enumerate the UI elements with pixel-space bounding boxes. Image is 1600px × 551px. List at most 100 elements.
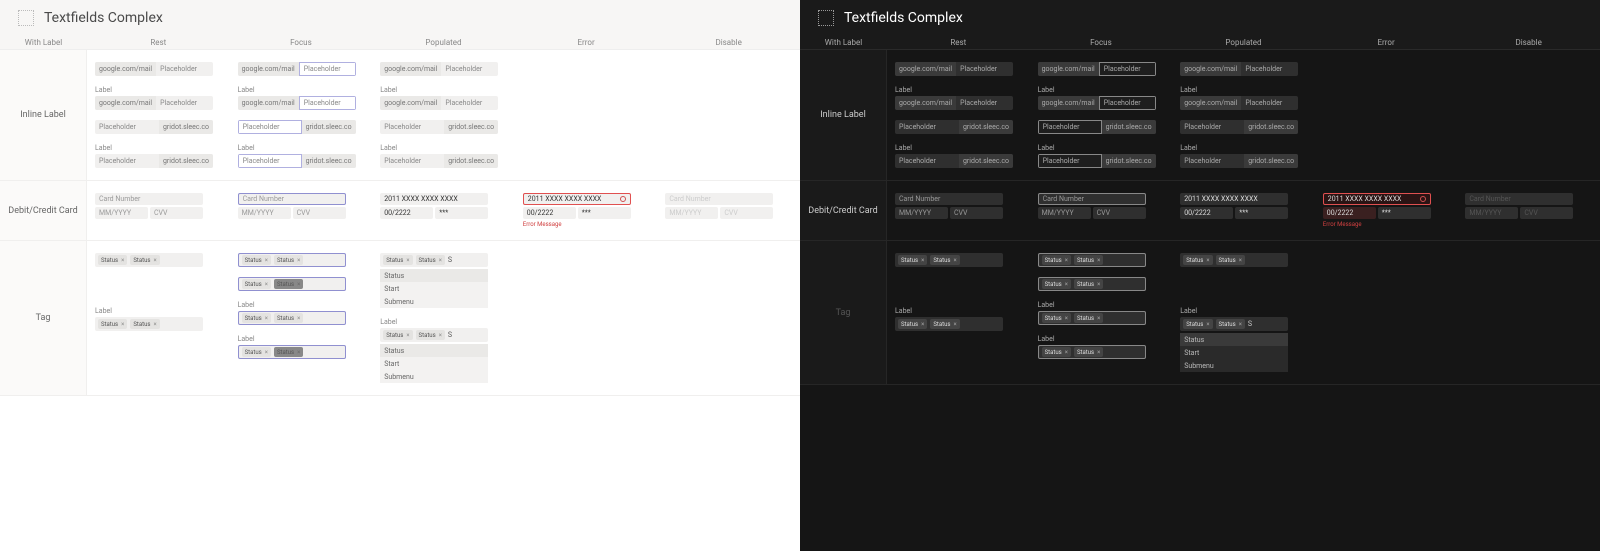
close-icon[interactable]: × bbox=[1065, 349, 1068, 356]
tag-chip[interactable]: Status× bbox=[242, 347, 271, 357]
card-expiry-input[interactable]: MM/YYYY bbox=[1038, 207, 1091, 219]
tag-field[interactable]: Status×Status× bbox=[1038, 253, 1146, 267]
suffix-field[interactable]: Placeholdergridot.sleec.co bbox=[380, 154, 498, 168]
text-input[interactable]: Placeholder bbox=[1038, 154, 1102, 168]
card-number-input[interactable]: Card Number bbox=[95, 193, 203, 205]
card-field[interactable]: Card Number MM/YYYYCVV bbox=[95, 193, 203, 219]
card-cvv-input[interactable]: CVV bbox=[150, 207, 203, 219]
text-input[interactable]: Placeholder bbox=[895, 154, 959, 168]
close-icon[interactable]: × bbox=[1065, 281, 1068, 288]
tag-chip[interactable]: Status× bbox=[274, 255, 303, 265]
card-cvv-input[interactable]: CVV bbox=[293, 207, 346, 219]
card-cvv-input[interactable]: *** bbox=[1378, 207, 1431, 219]
close-icon[interactable]: × bbox=[1065, 257, 1068, 264]
dropdown[interactable]: StatusStartSubmenu bbox=[380, 269, 488, 308]
tag-field[interactable]: Status×Status× bbox=[238, 345, 346, 359]
close-icon[interactable]: × bbox=[439, 332, 442, 339]
text-input[interactable]: Placeholder bbox=[156, 62, 213, 76]
tag-chip-selected[interactable]: Status× bbox=[274, 347, 303, 357]
close-icon[interactable]: × bbox=[297, 349, 300, 356]
tag-chip[interactable]: Status× bbox=[898, 255, 927, 265]
tag-chip[interactable]: Status× bbox=[383, 330, 412, 340]
text-input[interactable]: Placeholder bbox=[1099, 96, 1156, 110]
tag-chip[interactable]: Status× bbox=[1042, 313, 1071, 323]
tag-chip[interactable]: Status× bbox=[242, 255, 271, 265]
card-cvv-input[interactable]: *** bbox=[578, 207, 631, 219]
dropdown[interactable]: StatusStartSubmenu bbox=[380, 344, 488, 383]
close-icon[interactable]: × bbox=[154, 257, 157, 264]
tag-field[interactable]: Status×Status× bbox=[238, 253, 346, 267]
tag-field[interactable]: Status×Status× bbox=[95, 317, 203, 331]
text-input[interactable]: Placeholder bbox=[895, 120, 959, 134]
tag-chip[interactable]: Status× bbox=[1216, 255, 1245, 265]
close-icon[interactable]: × bbox=[265, 281, 268, 288]
card-cvv-input[interactable]: CVV bbox=[1093, 207, 1146, 219]
text-input[interactable]: Placeholder bbox=[1099, 62, 1156, 76]
close-icon[interactable]: × bbox=[297, 281, 300, 288]
text-input[interactable]: Placeholder bbox=[156, 96, 213, 110]
close-icon[interactable]: × bbox=[1097, 349, 1100, 356]
text-input[interactable]: Placeholder bbox=[380, 120, 444, 134]
card-field[interactable]: 2011 XXXX XXXX XXXX00/2222*** bbox=[380, 193, 488, 219]
close-icon[interactable]: × bbox=[1239, 321, 1242, 328]
tag-chip-selected[interactable]: Status× bbox=[274, 279, 303, 289]
card-field[interactable]: 2011 XXXX XXXX XXXX00/2222*** bbox=[1180, 193, 1288, 219]
close-icon[interactable]: × bbox=[1097, 281, 1100, 288]
close-icon[interactable]: × bbox=[297, 257, 300, 264]
close-icon[interactable]: × bbox=[954, 257, 957, 264]
text-input[interactable]: Placeholder bbox=[95, 120, 159, 134]
tag-chip[interactable]: Status× bbox=[898, 319, 927, 329]
prefix-field[interactable]: google.com/mailPlaceholder bbox=[1038, 62, 1156, 76]
tag-chip[interactable]: Status× bbox=[416, 255, 445, 265]
suffix-field[interactable]: Placeholdergridot.sleec.co bbox=[380, 120, 498, 134]
dropdown-item[interactable]: Submenu bbox=[380, 370, 488, 383]
tag-chip[interactable]: Status× bbox=[1074, 255, 1103, 265]
text-input[interactable]: Placeholder bbox=[299, 62, 356, 76]
dropdown-item[interactable]: Status bbox=[1180, 333, 1288, 346]
tag-chip[interactable]: Status× bbox=[1183, 255, 1212, 265]
close-icon[interactable]: × bbox=[1206, 257, 1209, 264]
tag-field[interactable]: Status×Status× bbox=[1038, 345, 1146, 359]
dropdown-item[interactable]: Start bbox=[380, 357, 488, 370]
close-icon[interactable]: × bbox=[921, 321, 924, 328]
card-number-input[interactable]: Card Number bbox=[1038, 193, 1146, 205]
prefix-field[interactable]: google.com/mailPlaceholder bbox=[895, 62, 1013, 76]
close-icon[interactable]: × bbox=[406, 332, 409, 339]
close-icon[interactable]: × bbox=[1097, 257, 1100, 264]
dropdown-item[interactable]: Start bbox=[380, 282, 488, 295]
close-icon[interactable]: × bbox=[1097, 315, 1100, 322]
card-expiry-input[interactable]: MM/YYYY bbox=[238, 207, 291, 219]
prefix-field[interactable]: google.com/mailPlaceholder bbox=[95, 96, 213, 110]
card-expiry-input[interactable]: MM/YYYY bbox=[95, 207, 148, 219]
card-number-input[interactable]: 2011 XXXX XXXX XXXX bbox=[523, 193, 631, 205]
tag-field[interactable]: Status×Status× bbox=[1038, 277, 1146, 291]
close-icon[interactable]: × bbox=[1206, 321, 1209, 328]
tag-chip[interactable]: Status× bbox=[383, 255, 412, 265]
tag-chip[interactable]: Status× bbox=[416, 330, 445, 340]
tag-field[interactable]: Status×Status× bbox=[95, 253, 203, 267]
card-expiry-input[interactable]: 00/2222 bbox=[1180, 207, 1233, 219]
dropdown-item[interactable]: Status bbox=[380, 269, 488, 282]
card-number-input[interactable]: 2011 XXXX XXXX XXXX bbox=[380, 193, 488, 205]
tag-field[interactable]: Status×Status×S bbox=[1180, 317, 1288, 331]
tag-chip[interactable]: Status× bbox=[930, 255, 959, 265]
card-cvv-input[interactable]: *** bbox=[1235, 207, 1288, 219]
prefix-field[interactable]: google.com/mailPlaceholder bbox=[380, 96, 498, 110]
prefix-field[interactable]: google.com/mailPlaceholder bbox=[895, 96, 1013, 110]
tag-chip[interactable]: Status× bbox=[1042, 255, 1071, 265]
text-input[interactable]: Placeholder bbox=[1241, 96, 1298, 110]
dropdown-item[interactable]: Status bbox=[380, 344, 488, 357]
suffix-field[interactable]: Placeholdergridot.sleec.co bbox=[1038, 120, 1156, 134]
close-icon[interactable]: × bbox=[121, 257, 124, 264]
text-input[interactable]: Placeholder bbox=[441, 96, 498, 110]
suffix-field[interactable]: Placeholdergridot.sleec.co bbox=[1180, 120, 1298, 134]
suffix-field[interactable]: Placeholdergridot.sleec.co bbox=[238, 154, 356, 168]
close-icon[interactable]: × bbox=[1065, 315, 1068, 322]
suffix-field[interactable]: Placeholdergridot.sleec.co bbox=[895, 154, 1013, 168]
card-number-input[interactable]: Card Number bbox=[238, 193, 346, 205]
tag-chip[interactable]: Status× bbox=[1074, 347, 1103, 357]
suffix-field[interactable]: Placeholdergridot.sleec.co bbox=[895, 120, 1013, 134]
close-icon[interactable]: × bbox=[265, 349, 268, 356]
tag-chip[interactable]: Status× bbox=[274, 313, 303, 323]
dropdown-item[interactable]: Submenu bbox=[1180, 359, 1288, 372]
